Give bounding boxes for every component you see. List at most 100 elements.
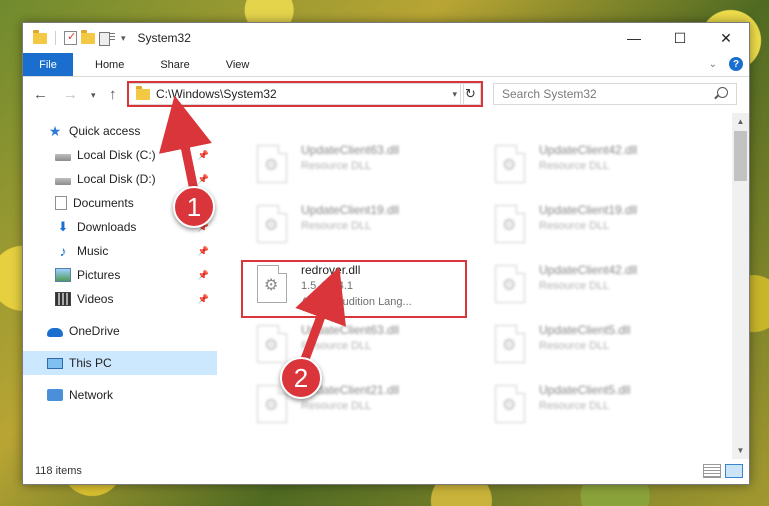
- large-icons-view-icon[interactable]: [725, 464, 743, 478]
- file-item[interactable]: ⚙ UpdateClient5.dll Resource DLL: [485, 321, 705, 373]
- quick-access-toolbar: ▾: [33, 29, 126, 46]
- sidebar-item-label: Videos: [77, 292, 114, 306]
- vertical-scrollbar[interactable]: ▲ ▼: [732, 113, 749, 459]
- sidebar-item-label: Local Disk (C:): [77, 148, 156, 162]
- sidebar-item-quick-access[interactable]: ★ Quick access: [23, 119, 217, 143]
- close-button[interactable]: ✕: [703, 23, 749, 53]
- sidebar-item-label: Documents: [73, 196, 134, 210]
- gear-icon: ⚙: [264, 337, 279, 354]
- file-name: UpdateClient5.dll: [539, 383, 631, 397]
- search-box[interactable]: [493, 83, 737, 105]
- customize-view-icon[interactable]: [99, 31, 115, 46]
- ribbon-tabs: File Home Share View ⌄ ?: [23, 53, 749, 77]
- file-item[interactable]: ⚙ UpdateClient19.dll Resource DLL: [485, 201, 705, 253]
- view-switcher: [703, 464, 743, 478]
- dll-file-icon: ⚙: [257, 385, 287, 423]
- file-item[interactable]: ⚙ UpdateClient21.dll Resource DLL: [247, 381, 467, 433]
- sidebar-item-label: Downloads: [77, 220, 137, 234]
- pin-icon[interactable]: 📌: [198, 246, 209, 257]
- navigation-pane: ★ Quick access Local Disk (C:) 📌 Local D…: [23, 113, 217, 459]
- sidebar-item-label: This PC: [69, 356, 112, 370]
- tab-share[interactable]: Share: [146, 53, 203, 76]
- network-icon: [47, 389, 63, 401]
- drive-icon: [55, 153, 71, 161]
- help-icon[interactable]: ?: [729, 57, 743, 71]
- expand-ribbon-icon[interactable]: ⌄: [709, 59, 717, 70]
- minimize-button[interactable]: —: [611, 23, 657, 53]
- dll-file-icon: ⚙: [495, 265, 525, 303]
- file-item[interactable]: ⚙ UpdateClient42.dll Resource DLL: [485, 261, 705, 313]
- sidebar-item-local-disk-c[interactable]: Local Disk (C:) 📌: [23, 143, 217, 167]
- step-1-badge: 1: [173, 186, 215, 228]
- search-input[interactable]: [502, 87, 702, 101]
- onedrive-icon: [47, 328, 63, 337]
- up-arrow-icon[interactable]: ↑: [109, 86, 117, 103]
- gear-icon: ⚙: [502, 337, 517, 354]
- properties-check-icon[interactable]: [64, 30, 77, 45]
- toolbar-separator: [55, 31, 56, 45]
- file-name: UpdateClient63.dll: [301, 323, 400, 337]
- recent-locations-chevron-icon[interactable]: ▾: [91, 90, 96, 101]
- file-description: Resource DLL: [301, 220, 372, 232]
- star-icon: ★: [48, 123, 62, 139]
- pictures-icon: [55, 268, 71, 282]
- file-name: UpdateClient42.dll: [539, 143, 638, 157]
- file-name: UpdateClient19.dll: [301, 203, 400, 217]
- dll-file-icon: ⚙: [257, 205, 287, 243]
- details-view-icon[interactable]: [703, 464, 721, 478]
- pin-icon[interactable]: 📌: [198, 294, 209, 305]
- file-explorer-window: ▾ System32 — ☐ ✕ File Home Share View ⌄ …: [22, 22, 750, 485]
- file-description: Resource DLL: [539, 220, 610, 232]
- new-folder-icon[interactable]: [81, 29, 95, 44]
- maximize-button[interactable]: ☐: [657, 23, 703, 53]
- file-highlight-box: [241, 260, 467, 318]
- forward-arrow-icon[interactable]: →: [63, 86, 78, 103]
- pin-icon[interactable]: 📌: [198, 174, 209, 185]
- sidebar-item-onedrive[interactable]: OneDrive: [23, 319, 217, 343]
- file-description: Resource DLL: [301, 400, 372, 412]
- gear-icon: ⚙: [502, 217, 517, 234]
- gear-icon: ⚙: [264, 217, 279, 234]
- sidebar-item-label: Music: [77, 244, 109, 258]
- file-description: Resource DLL: [539, 280, 610, 292]
- videos-icon: [55, 292, 71, 306]
- sidebar-item-label: OneDrive: [69, 324, 120, 338]
- file-item[interactable]: ⚙ UpdateClient63.dll Resource DLL: [247, 141, 467, 193]
- sidebar-item-label: Pictures: [77, 268, 121, 282]
- gear-icon: ⚙: [502, 397, 517, 414]
- file-item[interactable]: ⚙ UpdateClient5.dll Resource DLL: [485, 381, 705, 433]
- tab-home[interactable]: Home: [81, 53, 138, 76]
- scroll-down-arrow-icon[interactable]: ▼: [732, 442, 749, 459]
- tab-view[interactable]: View: [212, 53, 264, 76]
- file-item[interactable]: ⚙ UpdateClient63.dll Resource DLL: [247, 321, 467, 373]
- file-item[interactable]: ⚙ UpdateClient19.dll Resource DLL: [247, 201, 467, 253]
- gear-icon: ⚙: [502, 157, 517, 174]
- status-bar: 118 items: [23, 458, 749, 484]
- file-item[interactable]: ⚙ UpdateClient42.dll Resource DLL: [485, 141, 705, 193]
- sidebar-item-pictures[interactable]: Pictures 📌: [23, 263, 217, 287]
- sidebar-item-label: Network: [69, 388, 114, 402]
- dll-file-icon: ⚙: [495, 205, 525, 243]
- item-count: 118 items: [35, 465, 82, 477]
- drive-icon: [55, 177, 71, 185]
- sidebar-item-music[interactable]: ♪ Music 📌: [23, 239, 217, 263]
- file-name: UpdateClient5.dll: [539, 323, 631, 337]
- customize-toolbar-dropdown-icon[interactable]: ▾: [121, 33, 126, 44]
- window-title: System32: [137, 31, 191, 45]
- downloads-icon: ⬇: [57, 219, 69, 234]
- pin-icon[interactable]: 📌: [198, 270, 209, 281]
- title-bar: ▾ System32 — ☐ ✕: [23, 23, 749, 53]
- sidebar-item-network[interactable]: Network: [23, 383, 217, 407]
- step-2-badge: 2: [280, 357, 322, 399]
- sidebar-item-videos[interactable]: Videos 📌: [23, 287, 217, 311]
- tab-file[interactable]: File: [23, 53, 73, 76]
- dll-file-icon: ⚙: [495, 385, 525, 423]
- file-name: UpdateClient63.dll: [301, 143, 400, 157]
- sidebar-item-this-pc[interactable]: This PC: [23, 351, 217, 375]
- scroll-up-arrow-icon[interactable]: ▲: [732, 113, 749, 130]
- search-icon[interactable]: [717, 87, 728, 98]
- scrollbar-thumb[interactable]: [734, 131, 747, 181]
- back-arrow-icon[interactable]: ←: [33, 86, 48, 103]
- pin-icon[interactable]: 📌: [198, 150, 209, 161]
- documents-icon: [55, 196, 67, 210]
